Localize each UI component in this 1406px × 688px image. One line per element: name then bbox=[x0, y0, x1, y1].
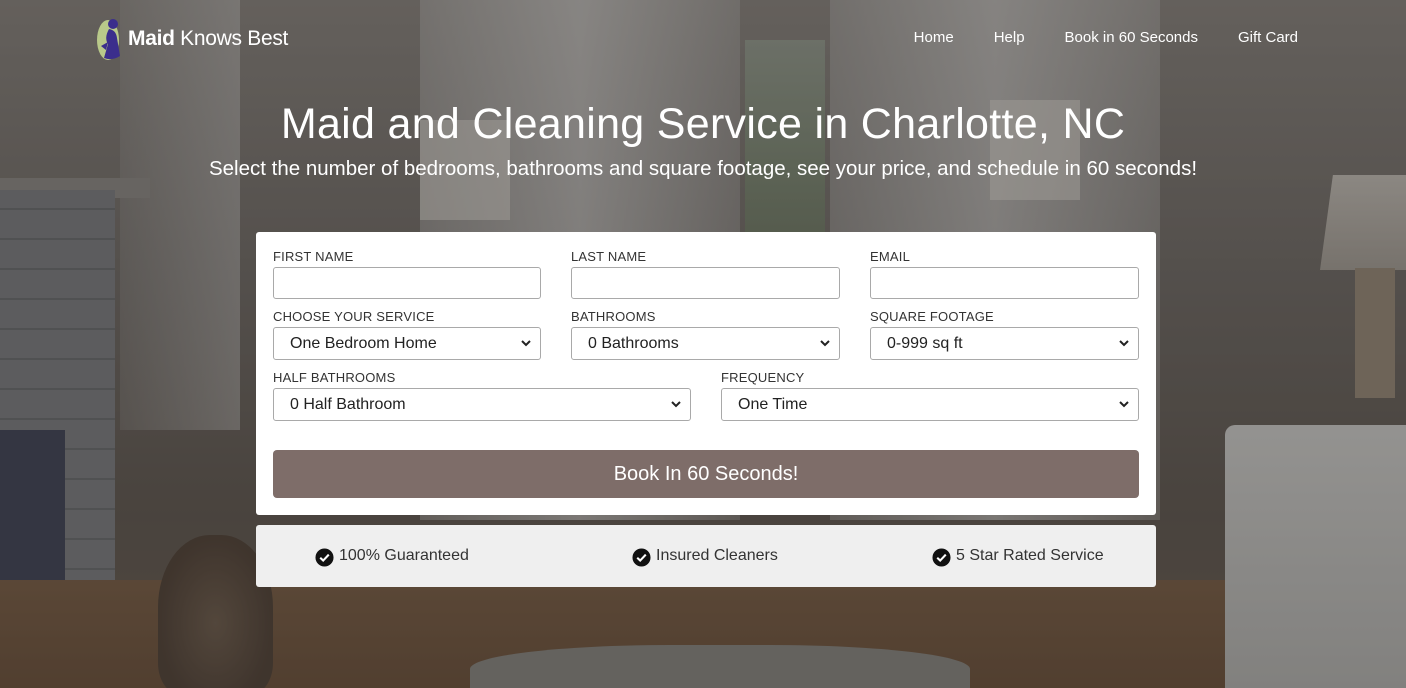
square-footage-select-value: 0-999 sq ft bbox=[887, 334, 963, 352]
feature-guaranteed: 100% Guaranteed bbox=[315, 545, 469, 567]
half-bathrooms-select[interactable]: 0 Half Bathroom bbox=[273, 388, 691, 421]
service-label: CHOOSE YOUR SERVICE bbox=[273, 309, 435, 324]
bathrooms-label: BATHROOMS bbox=[571, 309, 656, 324]
nav-help-link[interactable]: Help bbox=[994, 29, 1025, 46]
last-name-label: LAST NAME bbox=[571, 249, 647, 264]
main-nav: Home Help Book in 60 Seconds Gift Card bbox=[914, 29, 1298, 46]
first-name-label: FIRST NAME bbox=[273, 249, 354, 264]
hero-section: Maid Knows Best Home Help Book in 60 Sec… bbox=[0, 0, 1406, 688]
service-select[interactable]: One Bedroom Home bbox=[273, 327, 541, 360]
booking-form: FIRST NAME LAST NAME EMAIL CHOOSE YOUR S… bbox=[256, 232, 1156, 515]
bathrooms-select[interactable]: 0 Bathrooms bbox=[571, 327, 840, 360]
chevron-down-icon bbox=[1119, 401, 1129, 408]
chevron-down-icon bbox=[1119, 340, 1129, 347]
site-header: Maid Knows Best Home Help Book in 60 Sec… bbox=[0, 0, 1406, 78]
frequency-label: FREQUENCY bbox=[721, 370, 805, 385]
chevron-down-icon bbox=[521, 340, 531, 347]
last-name-field[interactable] bbox=[571, 267, 840, 299]
brand-name-light: Knows Best bbox=[174, 27, 289, 50]
first-name-field[interactable] bbox=[273, 267, 541, 299]
square-footage-select[interactable]: 0-999 sq ft bbox=[870, 327, 1139, 360]
square-footage-label: SQUARE FOOTAGE bbox=[870, 309, 994, 324]
chevron-down-icon bbox=[820, 340, 830, 347]
feature-five-star: 5 Star Rated Service bbox=[932, 545, 1104, 567]
frequency-select-value: One Time bbox=[738, 395, 808, 413]
page-title: Maid and Cleaning Service in Charlotte, … bbox=[280, 100, 1126, 148]
half-bathrooms-label: HALF BATHROOMS bbox=[273, 370, 396, 385]
feature-insured: Insured Cleaners bbox=[632, 545, 778, 567]
nav-home-link[interactable]: Home bbox=[914, 29, 954, 46]
service-select-value: One Bedroom Home bbox=[290, 334, 437, 352]
half-bathrooms-select-value: 0 Half Bathroom bbox=[290, 395, 406, 413]
frequency-select[interactable]: One Time bbox=[721, 388, 1139, 421]
page-subtitle: Select the number of bedrooms, bathrooms… bbox=[208, 157, 1198, 180]
feature-label: 5 Star Rated Service bbox=[956, 547, 1104, 564]
bathrooms-select-value: 0 Bathrooms bbox=[588, 334, 679, 352]
check-circle-icon bbox=[932, 548, 951, 567]
feature-label: Insured Cleaners bbox=[656, 547, 778, 564]
check-circle-icon bbox=[315, 548, 334, 567]
nav-book-link[interactable]: Book in 60 Seconds bbox=[1065, 29, 1198, 46]
feature-label: 100% Guaranteed bbox=[339, 547, 469, 564]
features-bar: 100% Guaranteed Insured Cleaners 5 Star … bbox=[256, 525, 1156, 587]
check-circle-icon bbox=[632, 548, 651, 567]
email-field[interactable] bbox=[870, 267, 1139, 299]
brand-name-bold: Maid bbox=[128, 27, 175, 50]
brand-name: Maid Knows Best bbox=[128, 27, 288, 51]
maid-silhouette-icon bbox=[96, 16, 126, 62]
brand-logo[interactable]: Maid Knows Best bbox=[96, 16, 288, 62]
chevron-down-icon bbox=[671, 401, 681, 408]
email-label: EMAIL bbox=[870, 249, 911, 264]
nav-gift-card-link[interactable]: Gift Card bbox=[1238, 29, 1298, 46]
book-in-60-seconds-button[interactable]: Book In 60 Seconds! bbox=[273, 450, 1139, 498]
